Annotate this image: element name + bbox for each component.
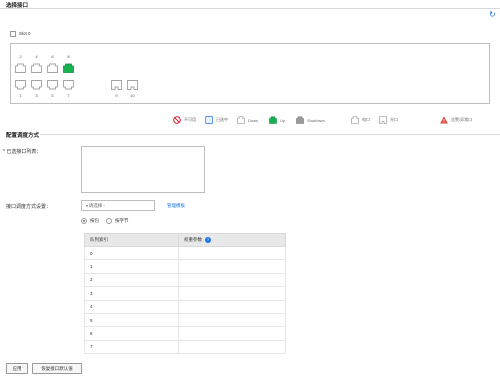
port-label: 6 bbox=[51, 54, 54, 59]
config-schedule-title: 配置调度方式 bbox=[6, 133, 40, 139]
table-row: 4 bbox=[84, 300, 286, 314]
radio-by-byte[interactable] bbox=[106, 218, 112, 224]
weight-cell[interactable] bbox=[178, 246, 286, 261]
selected-port-icon bbox=[205, 116, 213, 124]
restore-defaults-button[interactable]: 恢复接口默认值 bbox=[32, 363, 82, 374]
help-icon[interactable]: ? bbox=[205, 236, 211, 243]
port-label: 3 bbox=[35, 93, 38, 98]
schedule-mode-label: 接口调度方式设置： bbox=[6, 204, 52, 210]
slot-checkbox[interactable] bbox=[10, 31, 16, 37]
chevron-down-icon: ▾ bbox=[86, 203, 89, 208]
electric-port-icon bbox=[31, 80, 42, 90]
radio-by-packet-label: 按包 bbox=[90, 218, 99, 223]
legend-down: Down bbox=[237, 116, 258, 124]
electric-port-icon bbox=[15, 80, 26, 90]
not-present-icon bbox=[173, 116, 181, 124]
electric-port-icon bbox=[15, 63, 26, 73]
selected-interfaces-textarea[interactable] bbox=[81, 146, 205, 193]
column-header-queue-index: 队列索引 bbox=[84, 233, 179, 247]
port-6[interactable] bbox=[47, 63, 58, 73]
electric-port-icon bbox=[351, 116, 359, 124]
table-row: 2 bbox=[84, 273, 286, 288]
port-label: 10 bbox=[130, 93, 135, 98]
electric-port-icon bbox=[63, 80, 74, 90]
port-label: 4 bbox=[35, 54, 38, 59]
legend-warning: 告警/异常口 bbox=[440, 116, 472, 124]
legend-up: Up bbox=[269, 116, 285, 124]
legend-shutdown: Shutdown bbox=[296, 116, 325, 124]
port-8[interactable] bbox=[63, 63, 74, 73]
selected-list-label: * 已选接口列表： bbox=[3, 149, 42, 155]
table-row: 7 bbox=[84, 340, 286, 355]
weight-cell[interactable] bbox=[178, 340, 286, 355]
port-1[interactable] bbox=[15, 80, 26, 90]
port-label: 2 bbox=[19, 54, 22, 59]
refresh-icon[interactable]: ↻ bbox=[489, 11, 497, 19]
port-label: 1 bbox=[19, 93, 22, 98]
port-label: 9 bbox=[115, 93, 118, 98]
weight-cell[interactable] bbox=[178, 286, 286, 301]
optical-port-icon bbox=[111, 80, 122, 90]
down-port-icon bbox=[237, 116, 245, 124]
weight-cell[interactable] bbox=[178, 300, 286, 314]
table-row: 6 bbox=[84, 326, 286, 341]
port-5[interactable] bbox=[47, 80, 58, 90]
table-row: 0 bbox=[84, 246, 286, 261]
weight-cell[interactable] bbox=[178, 273, 286, 288]
port-9[interactable] bbox=[111, 80, 122, 90]
apply-button[interactable]: 应用 bbox=[6, 363, 28, 374]
port-7[interactable] bbox=[63, 80, 74, 90]
port-label: 8 bbox=[67, 54, 70, 59]
table-row: 5 bbox=[84, 313, 286, 328]
legend-selected: 已选中 bbox=[205, 116, 228, 124]
electric-port-icon bbox=[31, 63, 42, 73]
legend-optical: 光口 bbox=[379, 116, 398, 124]
electric-port-icon bbox=[47, 63, 58, 73]
column-header-weight: 权重参数? bbox=[178, 233, 286, 247]
weight-cell[interactable] bbox=[178, 326, 286, 341]
radio-by-byte-label: 按字节 bbox=[115, 218, 129, 223]
table-row: 3 bbox=[84, 286, 286, 301]
port-10[interactable] bbox=[127, 80, 138, 90]
weight-cell[interactable] bbox=[178, 259, 286, 274]
legend-electric: 电口 bbox=[351, 116, 370, 124]
up-port-icon bbox=[269, 116, 277, 124]
port-4[interactable] bbox=[31, 63, 42, 73]
schedule-mode-select[interactable]: - 请选择 - ▾ bbox=[81, 200, 155, 211]
device-panel bbox=[10, 43, 490, 104]
electric-port-icon bbox=[47, 80, 58, 90]
slot-label: Slot 0 bbox=[19, 31, 31, 36]
manage-template-link[interactable]: 管理模板 bbox=[167, 203, 185, 209]
port-2[interactable] bbox=[15, 63, 26, 73]
section1-divider bbox=[0, 8, 500, 9]
section2-divider bbox=[40, 134, 500, 135]
legend-not-present: 不可用 bbox=[173, 116, 196, 124]
optical-port-icon bbox=[127, 80, 138, 90]
weight-cell[interactable] bbox=[178, 313, 286, 328]
warning-icon bbox=[440, 116, 448, 124]
queue-weight-table: 队列索引 权重参数? 0 1 2 3 4 5 6 7 bbox=[84, 233, 286, 355]
table-row: 1 bbox=[84, 259, 286, 274]
radio-by-packet[interactable] bbox=[81, 218, 87, 224]
optical-port-icon bbox=[379, 116, 387, 124]
port-label: 7 bbox=[67, 93, 70, 98]
up-port-icon bbox=[63, 63, 74, 73]
shutdown-port-icon bbox=[296, 116, 304, 124]
port-3[interactable] bbox=[31, 80, 42, 90]
port-label: 5 bbox=[51, 93, 54, 98]
